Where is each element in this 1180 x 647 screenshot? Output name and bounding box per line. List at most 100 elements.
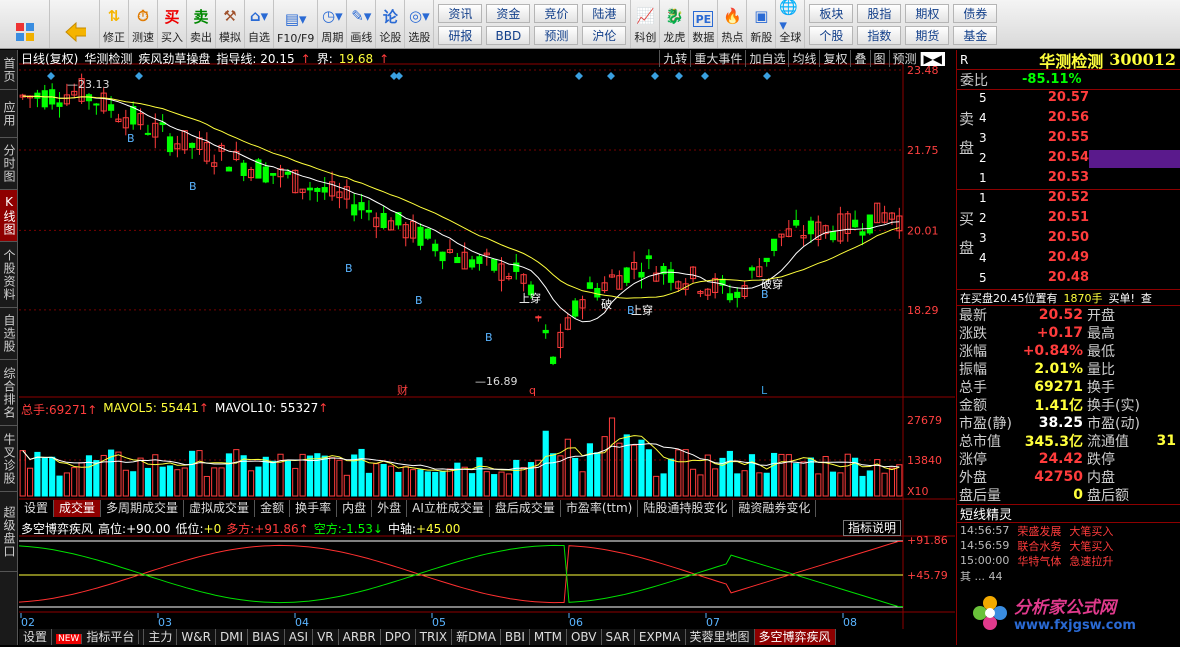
f10-button[interactable]: ▤▾ F10/F9 xyxy=(274,0,319,48)
index-futures-button[interactable]: 股指 xyxy=(857,4,902,23)
sidebar-tab-apps[interactable]: 应用 xyxy=(0,90,17,138)
btab-map[interactable]: 芙蓉里地图 xyxy=(686,629,755,645)
candle-body xyxy=(166,136,174,153)
alert-check-link[interactable]: 查 xyxy=(1141,290,1152,306)
stocks-button[interactable]: 个股 xyxy=(809,26,854,45)
btab-settings[interactable]: 设置 xyxy=(19,629,53,645)
global-button[interactable]: 🌐▾ 全球 xyxy=(776,0,806,48)
tool-forecast[interactable]: 预测 xyxy=(888,50,920,67)
btab-obv[interactable]: OBV xyxy=(567,629,602,645)
buy-button[interactable]: 买 买入 xyxy=(158,0,187,48)
futures-button[interactable]: 期货 xyxy=(905,26,950,45)
sprite-row[interactable]: 15:00:00 华特气体 急速拉升 xyxy=(957,553,1180,568)
research-button[interactable]: 研报 xyxy=(438,26,483,45)
btab-trix[interactable]: TRIX xyxy=(416,629,453,645)
ind-tab-amount[interactable]: 金额 xyxy=(255,500,291,517)
sidebar-tab-intraday[interactable]: 分时图 xyxy=(0,138,17,190)
auction-button[interactable]: 竞价 xyxy=(534,4,579,23)
sector-button[interactable]: 板块 xyxy=(809,4,854,23)
new-stock-button[interactable]: ▣ 新股 xyxy=(747,0,777,48)
tool-expand-icon[interactable]: ▶◀ xyxy=(919,51,945,66)
funds-button[interactable]: 资金 xyxy=(486,4,531,23)
options-button[interactable]: 期权 xyxy=(905,4,950,23)
watchlist-button[interactable]: ⌂▾ 自选 xyxy=(245,0,274,48)
ind-tab-volume[interactable]: 成交量 xyxy=(54,500,102,517)
hk-connect-button[interactable]: 陆港 xyxy=(582,4,627,23)
btab-asi[interactable]: ASI xyxy=(285,629,314,645)
sidebar-tab-home[interactable]: 首页 xyxy=(0,50,17,90)
indices-button[interactable]: 指数 xyxy=(857,26,902,45)
forum-button[interactable]: 论 论股 xyxy=(376,0,406,48)
btab-main-force[interactable]: 主力 xyxy=(144,629,178,645)
sprite-row[interactable]: 14:56:57 荣盛发展 大笔买入 xyxy=(957,523,1180,538)
tool-overlay[interactable]: 叠 xyxy=(850,50,869,67)
bonds-button[interactable]: 债券 xyxy=(953,4,998,23)
simulate-button[interactable]: ⚒ 模拟 xyxy=(216,0,245,48)
btab-dmi[interactable]: DMI xyxy=(216,629,249,645)
ind-tab-outer[interactable]: 外盘 xyxy=(372,500,408,517)
ind-tab-after-hours[interactable]: 盘后成交量 xyxy=(490,500,561,517)
btab-sar[interactable]: SAR xyxy=(602,629,635,645)
tool-nine-turn[interactable]: 九转 xyxy=(659,50,690,67)
btab-wr[interactable]: W&R xyxy=(177,629,216,645)
sh-london-button[interactable]: 沪伦 xyxy=(582,26,627,45)
btab-bbi[interactable]: BBI xyxy=(501,629,530,645)
ind-tab-settings[interactable]: 设置 xyxy=(19,500,55,517)
ind-tab-pe-ttm[interactable]: 市盈率(ttm) xyxy=(561,500,639,517)
btab-bias[interactable]: BIAS xyxy=(248,629,285,645)
ind-tab-turnover[interactable]: 换手率 xyxy=(290,500,338,517)
tool-moving-avg[interactable]: 均线 xyxy=(788,50,819,67)
short-term-sprite-header[interactable]: 短线精灵 xyxy=(957,505,1180,523)
btab-expma[interactable]: EXPMA xyxy=(635,629,686,645)
sidebar-tab-kline[interactable]: K线图 xyxy=(0,190,17,242)
hotspot-button[interactable]: 🔥 热点 xyxy=(718,0,748,48)
btab-vr[interactable]: VR xyxy=(313,629,339,645)
sell-button[interactable]: 卖 卖出 xyxy=(187,0,216,48)
signal-diamond-icon xyxy=(651,72,659,80)
back-button[interactable] xyxy=(50,0,100,48)
ind-tab-ai-volume[interactable]: AI立桩成交量 xyxy=(407,500,490,517)
funds-market-button[interactable]: 基金 xyxy=(953,26,998,45)
dragon-tiger-button[interactable]: 🐉 龙虎 xyxy=(660,0,690,48)
ind-tab-margin[interactable]: 融资融券变化 xyxy=(733,500,817,517)
tool-major-event[interactable]: 重大事件 xyxy=(690,50,745,67)
ind-tab-hk-holding[interactable]: 陆股通持股变化 xyxy=(638,500,734,517)
sidebar-tab-profile[interactable]: 个股资料 xyxy=(0,242,17,308)
indicator-help-button[interactable]: 指标说明 xyxy=(843,520,902,536)
kline-chart-svg[interactable]: 23.4821.7520.0118.29—23.13—16.89上穿上穿破破穿B… xyxy=(19,50,955,645)
stock-pick-button[interactable]: ◎▾ 选股 xyxy=(405,0,435,48)
window-grid-button[interactable] xyxy=(0,0,50,48)
speed-test-button[interactable]: ⏱ 测速 xyxy=(129,0,158,48)
star-market-button[interactable]: 📈 科创 xyxy=(631,0,661,48)
tool-adjust[interactable]: 复权 xyxy=(819,50,850,67)
btab-arbr[interactable]: ARBR xyxy=(339,629,381,645)
sprite-row[interactable]: 14:56:59 联合水务 大笔买入 xyxy=(957,538,1180,553)
btab-indicator-platform[interactable]: NEW 指标平台 xyxy=(52,629,145,645)
sidebar-tab-super-level[interactable]: 超级盘口 xyxy=(0,492,17,572)
news-button[interactable]: 资讯 xyxy=(438,4,483,23)
volume-bar xyxy=(594,452,601,497)
forecast-button[interactable]: 预测 xyxy=(534,26,579,45)
ind-tab-inner[interactable]: 内盘 xyxy=(337,500,373,517)
data-button[interactable]: PE 数据 xyxy=(689,0,719,48)
sidebar-tab-ranking[interactable]: 综合排名 xyxy=(0,360,17,426)
btab-long-short[interactable]: 多空博弈疾风 xyxy=(754,629,836,645)
volume-bar xyxy=(608,417,616,497)
tool-chart[interactable]: 图 xyxy=(869,50,889,67)
candle-body xyxy=(321,187,328,193)
candle-body xyxy=(439,251,446,262)
tool-add-watch[interactable]: 加自选 xyxy=(745,50,788,67)
month-axis-label: 02 xyxy=(21,616,35,629)
btab-mtm[interactable]: MTM xyxy=(530,629,567,645)
btab-dpo[interactable]: DPO xyxy=(381,629,416,645)
sidebar-tab-diagnosis[interactable]: 牛叉诊股 xyxy=(0,426,17,492)
period-button[interactable]: ◷▾ 周期 xyxy=(318,0,348,48)
volume-bar xyxy=(63,472,70,497)
ind-tab-virtual-volume[interactable]: 虚拟成交量 xyxy=(184,500,256,517)
fix-button[interactable]: ⇅ 修正 xyxy=(100,0,129,48)
bbd-button[interactable]: BBD xyxy=(486,26,531,45)
draw-line-button[interactable]: ✎▾ 画线 xyxy=(347,0,377,48)
ind-tab-multi-period-volume[interactable]: 多周期成交量 xyxy=(101,500,185,517)
sidebar-tab-watchlist[interactable]: 自选股 xyxy=(0,308,17,360)
btab-new-dma[interactable]: 新DMA xyxy=(452,629,501,645)
